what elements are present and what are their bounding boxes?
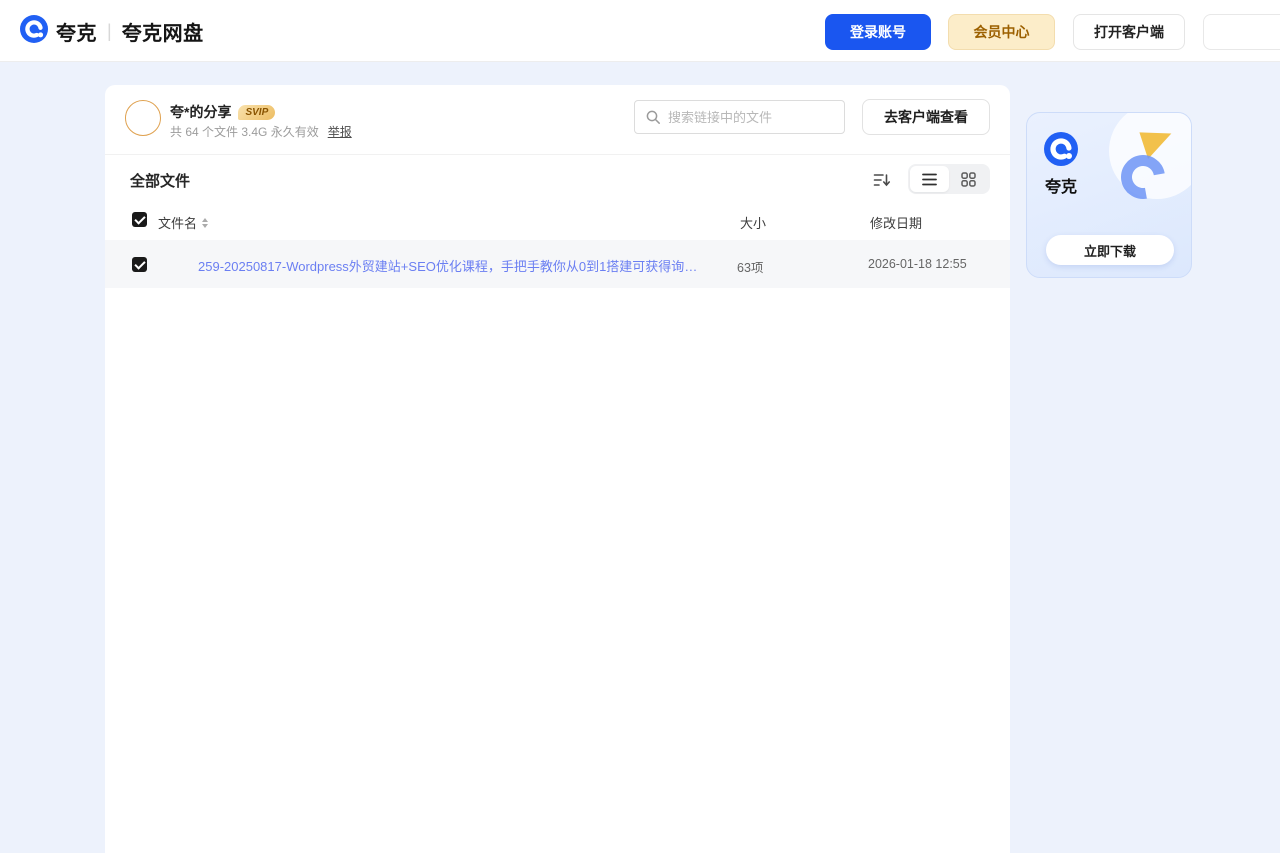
search-input[interactable] (668, 109, 852, 125)
vip-center-button[interactable]: 会员中心 (948, 14, 1055, 50)
row-checkbox[interactable] (132, 257, 147, 272)
share-card: 夸*的分享 SVIP 共 64 个文件 3.4G 永久有效 举报 去客户端查看 … (105, 85, 1010, 853)
brand-divider: | (107, 20, 112, 41)
header-extra-button[interactable] (1203, 14, 1280, 50)
section-title-all-files: 全部文件 (130, 173, 191, 190)
sort-lines-icon (873, 172, 891, 188)
search-box (634, 100, 852, 134)
open-client-button[interactable]: 打开客户端 (1073, 14, 1185, 50)
share-meta: 共 64 个文件 3.4G 永久有效 (170, 125, 319, 139)
view-toggle (908, 164, 990, 194)
product-name: 夸克网盘 (121, 22, 204, 45)
download-now-button[interactable]: 立即下载 (1046, 235, 1174, 265)
list-view-button[interactable] (910, 166, 949, 192)
file-table-header: 文件名 大小 修改日期 (105, 207, 1010, 235)
avatar (125, 100, 161, 136)
svip-badge: SVIP (238, 104, 276, 120)
promo-brand-name: 夸克 (1045, 179, 1078, 196)
file-modified-date: 2026-01-18 12:55 (868, 257, 967, 271)
search-icon (645, 109, 661, 125)
sort-order-button[interactable] (866, 165, 898, 195)
select-all-checkbox[interactable] (132, 212, 147, 227)
grid-view-button[interactable] (949, 166, 988, 192)
file-row[interactable]: 259-20250817-Wordpress外贸建站+SEO优化课程，手把手教你… (105, 240, 1010, 288)
file-size: 63项 (737, 261, 764, 275)
brand-name: 夸克 (56, 22, 97, 45)
quark-logo-icon (1043, 131, 1079, 172)
top-header: 夸克 | 夸克网盘 登录账号 会员中心 打开客户端 (0, 0, 1280, 62)
file-name-link[interactable]: 259-20250817-Wordpress外贸建站+SEO优化课程，手把手教你… (198, 256, 698, 275)
name-sort-arrows-icon (202, 217, 209, 228)
login-button[interactable]: 登录账号 (825, 14, 931, 50)
column-header-size: 大小 (740, 216, 767, 231)
app-promo-card: 夸克 立即下载 (1026, 112, 1192, 278)
share-title: 夸*的分享 (170, 104, 232, 120)
grid-view-icon (961, 171, 976, 187)
divider (105, 154, 1010, 155)
column-header-name[interactable]: 文件名 (158, 213, 209, 232)
view-in-client-button[interactable]: 去客户端查看 (862, 99, 990, 135)
quark-logo-icon (20, 14, 48, 48)
list-view-icon (922, 173, 937, 186)
report-link[interactable]: 举报 (328, 123, 352, 140)
brand: 夸克 | 夸克网盘 (20, 0, 204, 62)
column-header-modified: 修改日期 (870, 216, 923, 231)
folder-icon (163, 248, 195, 280)
